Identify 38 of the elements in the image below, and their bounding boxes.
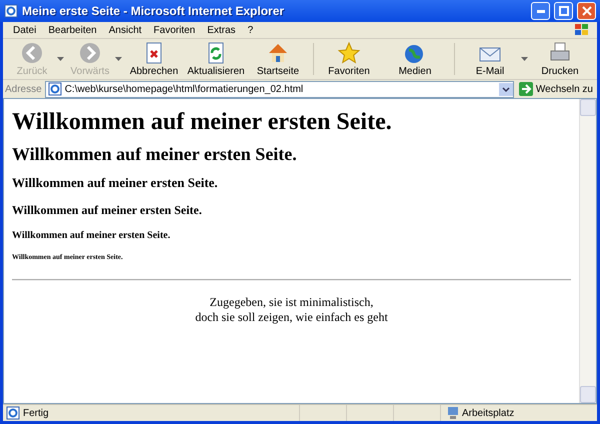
toolbar-button[interactable]: Favoriten [318, 41, 380, 77]
menu-item[interactable]: Extras [201, 24, 242, 36]
paragraph-line: Zugegeben, sie ist minimalistisch, [208, 295, 374, 310]
computer-icon [447, 406, 459, 420]
window-title: Meine erste Seite - Microsoft Internet Explorer [22, 4, 286, 18]
toolbar-button[interactable]: Aktualisieren [185, 41, 247, 77]
maximize-icon [558, 6, 568, 16]
toolbar-button[interactable]: Startseite [247, 41, 309, 77]
toolbar-button[interactable]: Drucken [529, 41, 591, 77]
page-icon [4, 4, 18, 18]
go-button[interactable]: Wechseln zu [516, 82, 595, 96]
close-button[interactable] [577, 2, 596, 20]
minimize-button[interactable] [531, 2, 550, 20]
close-icon [582, 6, 592, 16]
menu-item[interactable]: ? [242, 24, 260, 36]
menu-item[interactable]: Bearbeiten [42, 24, 103, 36]
maximize-button[interactable] [554, 2, 573, 20]
heading: Willkommen auf meiner ersten Seite. [12, 144, 298, 165]
page-icon [48, 82, 62, 96]
heading: Willkommen auf meiner ersten Seite. [12, 203, 203, 218]
heading: Willkommen auf meiner ersten Seite. [12, 230, 172, 241]
go-arrow-icon [518, 82, 533, 96]
star-icon [337, 41, 361, 65]
heading: Willkommen auf meiner ersten Seite. [12, 175, 219, 191]
zone-text: Arbeitsplatz [462, 408, 514, 418]
toolbar-button[interactable]: Medien [380, 41, 450, 77]
page-icon [6, 406, 20, 420]
toolbar-button[interactable]: Abbrechen [123, 41, 185, 77]
status-text: Fertig [23, 408, 49, 418]
menu-item[interactable]: Ansicht [102, 24, 148, 36]
paragraph-line: doch sie soll zeigen, wie einfach es geht [194, 310, 389, 325]
menu-item[interactable]: Favoriten [148, 24, 202, 36]
minimize-icon [536, 10, 544, 12]
address-label: Adresse [5, 84, 42, 94]
address-field[interactable]: C:\web\kurse\homepage\html\formatierungen_02.html [44, 80, 514, 98]
menu-item[interactable]: Datei [7, 24, 42, 36]
heading: Willkommen auf meiner ersten Seite. [12, 109, 393, 136]
toolbar-button[interactable]: E-Mail [459, 41, 521, 77]
